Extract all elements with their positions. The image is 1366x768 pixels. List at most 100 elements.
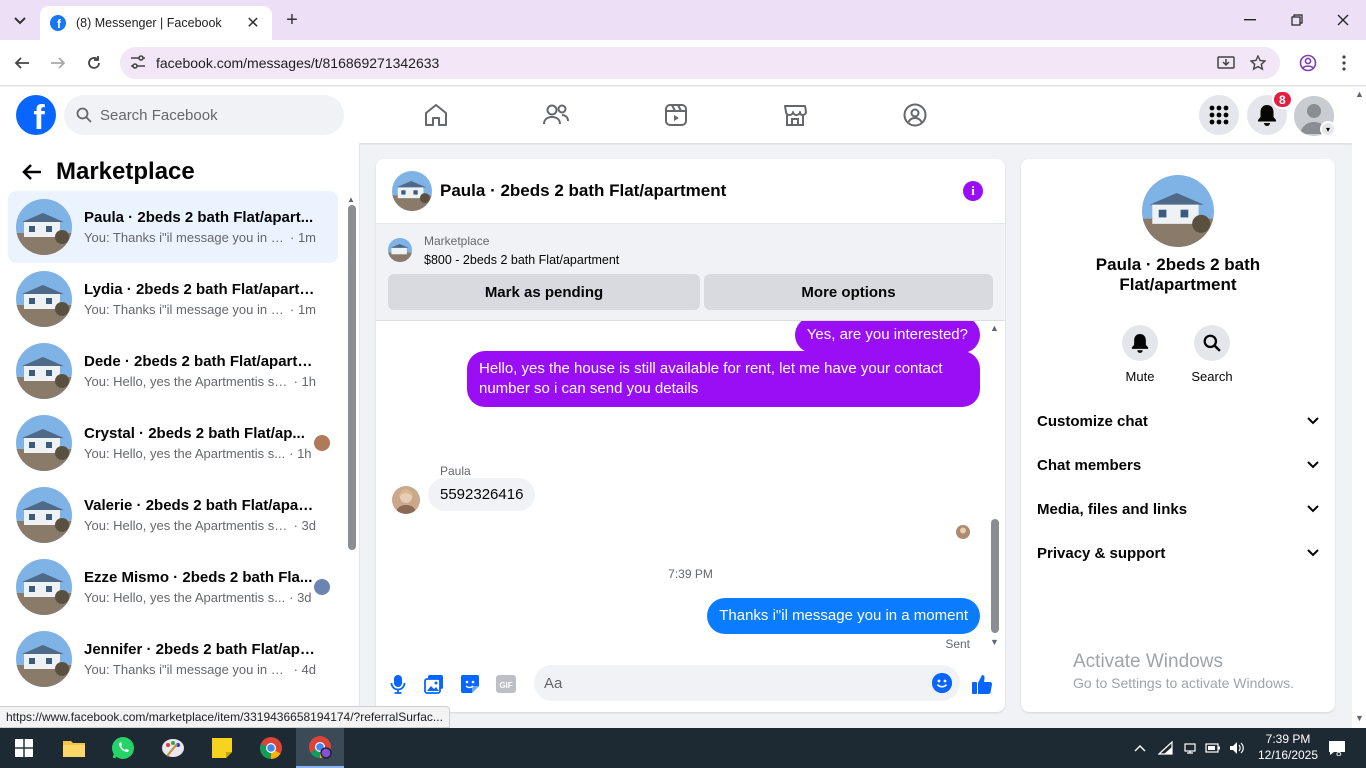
message-thread-scrollbar[interactable]: ▲ ▼ <box>988 321 1002 651</box>
network-icon[interactable] <box>1179 728 1201 768</box>
notification-center-count: 8 <box>1336 748 1342 759</box>
conversation-info-panel: Paula · 2beds 2 bath Flat/apartment Mute… <box>1021 159 1335 712</box>
new-tab-plus-icon[interactable]: + <box>280 8 304 32</box>
listing-price[interactable]: $800 - 2beds 2 bath Flat/apartment <box>424 253 619 267</box>
nav-groups[interactable] <box>860 95 970 135</box>
chevron-down-icon <box>1307 461 1319 469</box>
tray-chevron-up-icon[interactable] <box>1130 728 1150 768</box>
back-arrow-icon[interactable] <box>16 156 48 188</box>
file-explorer-icon[interactable] <box>50 728 98 768</box>
chat-listing-avatar[interactable] <box>392 171 432 211</box>
gif-icon[interactable]: GIF <box>490 668 522 700</box>
paint-app-icon[interactable] <box>149 728 197 768</box>
conversation-time: · 1m <box>290 302 316 317</box>
site-info-tune-icon[interactable] <box>120 54 156 72</box>
conversation-list-scrollbar[interactable]: ▲ <box>347 195 357 555</box>
account-chevron-icon[interactable]: ▾ <box>1320 121 1336 137</box>
conversation-time: · 3d <box>293 518 316 533</box>
volume-icon[interactable] <box>1226 728 1248 768</box>
system-clock[interactable]: 7:39 PM 12/16/2025 <box>1252 731 1324 763</box>
sticker-icon[interactable] <box>454 668 486 700</box>
tab-close-icon[interactable]: ✕ <box>244 13 262 33</box>
emoji-icon[interactable] <box>932 673 952 693</box>
search-icon <box>1203 334 1221 352</box>
profile-icon[interactable] <box>1294 49 1322 77</box>
conversation-preview: You: Thanks i"il message you in a ... <box>84 302 286 317</box>
microphone-icon[interactable] <box>382 668 414 700</box>
facebook-search[interactable] <box>64 95 344 135</box>
browser-tabstrip: f (8) Messenger | Facebook ✕ + <box>0 0 1366 40</box>
conversation-item[interactable]: Jennifer · 2beds 2 bath Flat/apar... You… <box>8 623 338 695</box>
window-close-icon[interactable] <box>1323 6 1363 34</box>
read-receipt-avatar <box>956 525 970 539</box>
outgoing-message[interactable]: Thanks i"il message you in a moment <box>707 598 980 634</box>
sticky-notes-icon[interactable] <box>198 728 246 768</box>
nav-friends[interactable] <box>501 95 611 135</box>
menu-grid-button[interactable] <box>1199 95 1239 135</box>
mute-button[interactable]: Mute <box>1110 325 1170 384</box>
reload-icon[interactable] <box>80 49 108 77</box>
gaming-icon <box>903 103 927 127</box>
photo-attach-icon[interactable] <box>418 668 450 700</box>
outgoing-message[interactable]: Hello, yes the house is still available … <box>467 351 980 407</box>
marketplace-icon <box>784 105 807 126</box>
nav-video[interactable] <box>621 95 731 135</box>
search-in-conversation-button[interactable]: Search <box>1182 325 1242 384</box>
minimize-icon[interactable] <box>1230 6 1270 34</box>
outgoing-message[interactable]: Yes, are you interested? <box>794 321 980 353</box>
chevron-down-icon <box>1307 417 1319 425</box>
conversation-preview: You: Hello, yes the Apartmentis still... <box>84 518 290 533</box>
message-input[interactable] <box>544 674 914 692</box>
chrome-icon[interactable] <box>247 728 295 768</box>
activate-windows-watermark: Activate Windows Go to Settings to activ… <box>1073 651 1294 691</box>
install-app-icon[interactable] <box>1212 49 1240 77</box>
battery-icon[interactable] <box>1202 728 1224 768</box>
conversation-title: Valerie · 2beds 2 bath Flat/apart... <box>84 497 316 514</box>
address-bar[interactable]: facebook.com/messages/t/816869271342633 <box>120 47 1280 79</box>
forward-arrow-icon[interactable] <box>44 49 72 77</box>
chat-members-row[interactable]: Chat members <box>1037 445 1319 485</box>
whatsapp-icon[interactable] <box>99 728 147 768</box>
conversation-item[interactable]: Dede · 2beds 2 bath Flat/apartm... You: … <box>8 335 338 407</box>
conversation-item[interactable]: Paula · 2beds 2 bath Flat/apart... You: … <box>8 191 338 263</box>
bell-icon <box>1258 105 1276 126</box>
media-files-links-row[interactable]: Media, files and links <box>1037 489 1319 529</box>
facebook-logo-icon[interactable]: f <box>16 95 56 135</box>
nav-marketplace[interactable] <box>740 95 850 135</box>
bookmark-star-icon[interactable] <box>1244 49 1272 77</box>
conversation-item[interactable]: Ezze Mismo · 2beds 2 bath Fla... You: He… <box>8 551 338 623</box>
customize-chat-row[interactable]: Customize chat <box>1037 401 1319 441</box>
chrome-profile-active-icon[interactable] <box>296 728 344 768</box>
tab-search-chevron-icon[interactable] <box>8 9 32 33</box>
more-options-button[interactable]: More options <box>704 274 993 310</box>
wifi-icon[interactable] <box>1155 728 1177 768</box>
listing-thumbnail[interactable] <box>388 238 412 262</box>
like-thumbs-up-icon[interactable] <box>966 668 998 700</box>
conversation-item[interactable]: Valerie · 2beds 2 bath Flat/apart... You… <box>8 479 338 551</box>
conversation-item[interactable]: Crystal · 2beds 2 bath Flat/ap... You: H… <box>8 407 338 479</box>
browser-tab-messenger[interactable]: f (8) Messenger | Facebook ✕ <box>40 6 272 40</box>
listing-thumbnail <box>16 415 72 471</box>
page-scrollbar[interactable]: ▲ ▼ <box>1352 87 1366 728</box>
incoming-message[interactable]: 5592326416 <box>428 478 536 511</box>
conversation-preview: You: Hello, yes the Apartmentis s... <box>84 446 286 461</box>
conversation-list: Paula · 2beds 2 bath Flat/apart... You: … <box>8 191 338 695</box>
conversation-item[interactable]: Lydia · 2beds 2 bath Flat/apartm... You:… <box>8 263 338 335</box>
chrome-menu-icon[interactable] <box>1330 49 1358 77</box>
windows-start-icon[interactable] <box>0 728 48 768</box>
back-arrow-icon[interactable] <box>8 49 36 77</box>
chat-title[interactable]: Paula · 2beds 2 bath Flat/apartment <box>440 181 726 201</box>
search-input[interactable] <box>100 106 320 124</box>
notification-center-icon[interactable]: 8 <box>1322 728 1352 768</box>
restore-icon[interactable] <box>1277 6 1317 34</box>
nav-home[interactable] <box>381 95 491 135</box>
message-input-box[interactable] <box>534 665 960 701</box>
panel-title: Marketplace <box>56 158 195 185</box>
sender-avatar[interactable] <box>392 486 420 514</box>
privacy-support-row[interactable]: Privacy & support <box>1037 533 1319 573</box>
info-icon[interactable]: i <box>963 181 983 201</box>
listing-thumbnail <box>16 271 72 327</box>
contact-avatar[interactable] <box>1142 175 1214 247</box>
conversation-time: · 1h <box>289 446 312 461</box>
mark-as-pending-button[interactable]: Mark as pending <box>388 274 700 310</box>
